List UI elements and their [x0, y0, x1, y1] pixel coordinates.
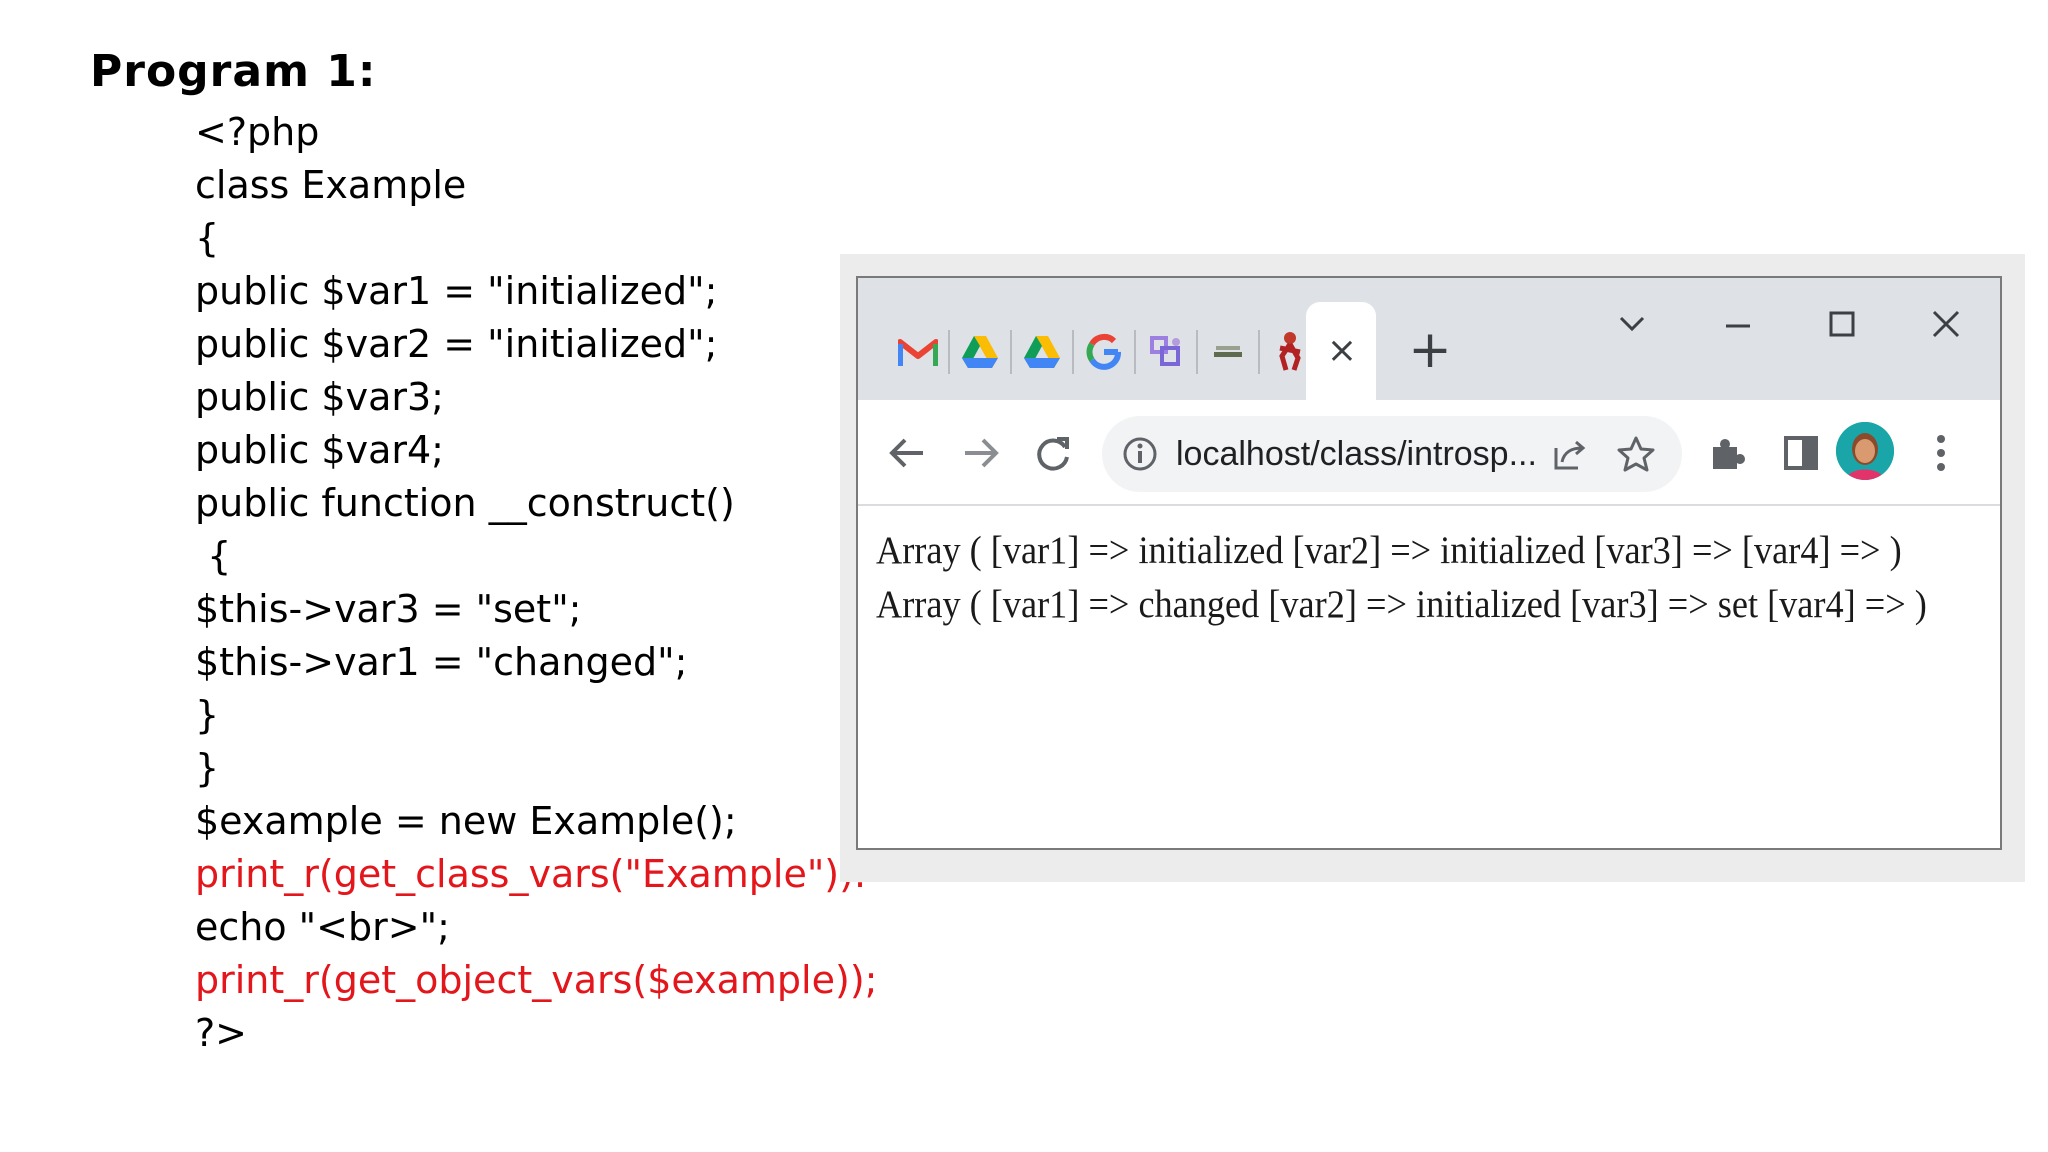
code-line: { — [195, 534, 232, 578]
code-line: public $var4; — [195, 428, 444, 472]
page-content: Array ( [var1] => initialized [var2] => … — [858, 506, 2000, 848]
code-line: public function __construct() — [195, 481, 735, 525]
php-code-block: <?php class Example { public $var1 = "in… — [195, 106, 895, 1060]
tab-separator — [948, 330, 950, 374]
gmail-icon[interactable] — [890, 324, 946, 380]
minimize-button[interactable] — [1708, 294, 1768, 354]
maximize-button[interactable] — [1812, 294, 1872, 354]
tab-separator — [1010, 330, 1012, 374]
puzzle-site-icon[interactable] — [1138, 324, 1194, 380]
site-info-icon[interactable] — [1122, 436, 1158, 472]
code-line: { — [195, 216, 220, 260]
google-drive-icon[interactable] — [952, 324, 1008, 380]
minimized-site-icon[interactable] — [1200, 324, 1256, 380]
browser-toolbar: localhost/class/introsp... — [858, 400, 2000, 506]
profile-avatar[interactable] — [1836, 422, 1894, 480]
new-tab-button[interactable]: + — [1402, 320, 1458, 380]
bookmark-star-icon[interactable] — [1616, 434, 1656, 474]
code-line: $example = new Example(); — [195, 799, 737, 843]
code-line: } — [195, 693, 220, 737]
output-line: Array ( [var1] => initialized [var2] => … — [876, 529, 1902, 572]
code-line-highlighted: print_r(get_class_vars("Example")). — [195, 852, 867, 896]
tab-separator — [1072, 330, 1074, 374]
tab-separator — [1258, 330, 1260, 374]
share-icon[interactable] — [1550, 434, 1590, 474]
code-line-highlighted: print_r(get_object_vars($example)); — [195, 958, 878, 1002]
tab-separator — [1196, 330, 1198, 374]
code-line: $this->var1 = "changed"; — [195, 640, 688, 684]
google-drive-icon[interactable] — [1014, 324, 1070, 380]
tab-search-chevron-icon[interactable] — [1602, 294, 1662, 354]
code-line: echo "<br>"; — [195, 905, 450, 949]
output-line: Array ( [var1] => changed [var2] => init… — [876, 583, 1927, 626]
menu-kebab-icon[interactable] — [1912, 424, 1970, 482]
code-line: class Example — [195, 163, 467, 207]
reload-button[interactable] — [1024, 424, 1082, 482]
code-line: public $var3; — [195, 375, 444, 419]
code-line: public $var2 = "initialized"; — [195, 322, 718, 366]
browser-window: × + localhost/class/introsp... Array ([… — [856, 276, 2002, 850]
close-window-button[interactable] — [1916, 294, 1976, 354]
code-line: } — [195, 746, 220, 790]
forward-button[interactable] — [952, 424, 1010, 482]
code-line: public $var1 = "initialized"; — [195, 269, 718, 313]
code-line: <?php — [195, 110, 320, 154]
side-panel-icon[interactable] — [1772, 424, 1830, 482]
back-button[interactable] — [878, 424, 936, 482]
code-line: $this->var3 = "set"; — [195, 587, 582, 631]
slide-title: Program 1: — [90, 46, 377, 97]
address-bar[interactable]: localhost/class/introsp... — [1102, 416, 1682, 492]
extensions-puzzle-icon[interactable] — [1698, 424, 1756, 482]
url-text[interactable]: localhost/class/introsp... — [1176, 432, 1537, 476]
google-icon[interactable] — [1076, 324, 1132, 380]
code-line: ?> — [195, 1011, 248, 1055]
tab-separator — [1134, 330, 1136, 374]
tab-strip: × + — [858, 278, 2000, 400]
tab-close-icon[interactable]: × — [1320, 328, 1364, 372]
